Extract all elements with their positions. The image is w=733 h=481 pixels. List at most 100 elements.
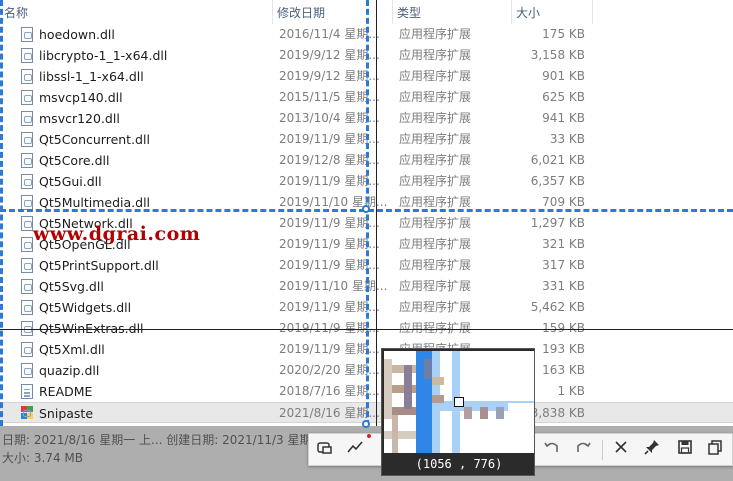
column-type-header[interactable]: 类型 <box>393 0 512 24</box>
undo-icon[interactable] <box>540 438 564 462</box>
toolbar-divider <box>602 440 603 460</box>
dll-icon <box>21 279 33 294</box>
magnified-pixel <box>432 395 444 403</box>
file-name: README <box>39 384 93 399</box>
file-name: Qt5Svg.dll <box>39 279 104 294</box>
magnifier: (1056 , 776) <box>381 348 535 476</box>
crosshair-horizontal <box>0 329 733 330</box>
watermark: www.dgrai.com <box>33 223 201 245</box>
file-date: 2019/11/9 星期... <box>279 237 380 251</box>
file-type: 应用程序扩展 <box>399 69 472 83</box>
magnified-pixel <box>508 403 534 411</box>
file-name: Qt5Xml.dll <box>39 342 105 357</box>
file-size: 1,297 KB <box>530 216 585 230</box>
magnifier-cursor <box>454 397 464 407</box>
magnified-pixel <box>384 431 416 439</box>
dll-icon <box>21 132 33 147</box>
file-name: Qt5PrintSupport.dll <box>39 258 159 273</box>
file-date: 2019/9/12 星期... <box>279 48 380 62</box>
file-name: libssl-1_1-x64.dll <box>39 69 144 84</box>
file-date: 2019/9/12 星期... <box>279 69 380 83</box>
file-type: 应用程序扩展 <box>399 279 472 293</box>
magnifier-coordinates: (1056 , 776) <box>415 457 503 471</box>
file-type: 应用程序扩展 <box>399 258 472 272</box>
active-dot <box>367 434 371 438</box>
magnified-pixel <box>392 415 398 453</box>
dll-icon <box>21 153 33 168</box>
file-name: hoedown.dll <box>39 27 115 42</box>
copy-icon[interactable] <box>703 438 727 462</box>
file-name: libcrypto-1_1-x64.dll <box>39 48 168 63</box>
file-name: Snipaste <box>39 406 94 421</box>
dll-icon <box>21 69 33 84</box>
file-size: 6,357 KB <box>530 174 585 188</box>
magnified-pixel <box>496 407 504 419</box>
file-name: msvcr120.dll <box>39 111 120 126</box>
dll-icon <box>21 237 33 252</box>
file-type: 应用程序扩展 <box>399 111 472 125</box>
file-date: 2019/12/8 星期... <box>279 153 380 167</box>
file-type: 应用程序扩展 <box>399 153 472 167</box>
file-name: quazip.dll <box>39 363 100 378</box>
file-date: 2019/11/9 星期... <box>279 342 380 356</box>
file-size: 331 KB <box>542 279 585 293</box>
dll-icon <box>21 363 33 378</box>
dll-icon <box>21 111 33 126</box>
dll-icon <box>21 258 33 273</box>
file-size: 317 KB <box>542 258 585 272</box>
app-icon <box>21 406 33 421</box>
file-size: 321 KB <box>542 237 585 251</box>
file-size: 941 KB <box>542 111 585 125</box>
file-type: 应用程序扩展 <box>399 216 472 230</box>
file-date: 2020/2/20 星期... <box>279 363 380 377</box>
dll-icon <box>21 216 33 231</box>
dll-icon <box>21 342 33 357</box>
magnified-pixel <box>480 407 488 419</box>
magnifier-view <box>384 351 534 453</box>
dll-icon <box>21 195 33 210</box>
sort-up-icon: ⌃ <box>138 0 146 6</box>
file-type: 应用程序扩展 <box>399 27 472 41</box>
file-type: 应用程序扩展 <box>399 48 472 62</box>
selection-border-left[interactable] <box>0 0 3 426</box>
file-date: 2019/11/9 星期... <box>279 258 380 272</box>
file-type: 应用程序扩展 <box>399 237 472 251</box>
dll-icon <box>21 300 33 315</box>
column-size-header[interactable]: 大小 <box>512 0 593 24</box>
file-date: 2016/11/4 星期... <box>279 27 380 41</box>
column-date-label: 修改日期 <box>277 6 326 20</box>
line-icon[interactable] <box>343 438 367 462</box>
file-type: 应用程序扩展 <box>399 132 472 146</box>
file-date: 2013/10/4 星期... <box>279 111 380 125</box>
file-date: 2019/11/9 星期... <box>279 300 380 314</box>
file-size: 3,158 KB <box>530 48 585 62</box>
redo-icon[interactable] <box>571 438 595 462</box>
file-type: 应用程序扩展 <box>399 300 472 314</box>
file-name: Qt5Core.dll <box>39 153 110 168</box>
column-name-label: 名称 <box>4 6 29 20</box>
selection-handle-bottom-right[interactable] <box>362 420 370 428</box>
column-name-header[interactable]: 名称 <box>0 0 273 24</box>
file-date: 2019/11/9 星期... <box>279 174 380 188</box>
magnified-pixel <box>432 377 444 385</box>
selection-border-right[interactable] <box>366 0 369 426</box>
cancel-icon[interactable] <box>609 438 633 462</box>
file-size: 6,021 KB <box>530 153 585 167</box>
column-date-header[interactable]: 修改日期 <box>273 0 393 24</box>
status-dates: 日期: 2021/8/16 星期一 上... 创建日期: 2021/11/3 星… <box>2 433 339 447</box>
file-size: 5,462 KB <box>530 300 585 314</box>
status-size: 大小: 3.74 MB <box>2 451 83 465</box>
dll-icon <box>21 90 33 105</box>
save-icon[interactable] <box>673 438 697 462</box>
file-date: 2019/11/10 星期... <box>279 279 388 293</box>
file-date: 2019/11/9 星期... <box>279 132 380 146</box>
magnified-pixel <box>404 365 412 409</box>
rectangle-icon[interactable] <box>313 438 337 462</box>
file-size: 1 KB <box>557 384 585 398</box>
selection-handle-right[interactable] <box>362 205 370 213</box>
file-size: 163 KB <box>542 363 585 377</box>
file-name: Qt5Concurrent.dll <box>39 132 150 147</box>
dll-icon <box>21 48 33 63</box>
pin-icon[interactable] <box>640 438 664 462</box>
file-size: 193 KB <box>542 342 585 356</box>
